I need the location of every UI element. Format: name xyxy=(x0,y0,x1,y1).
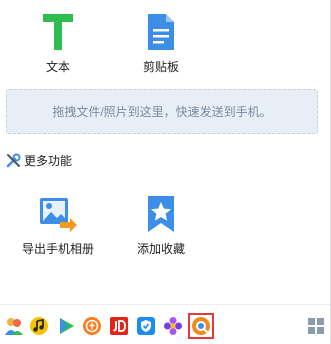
people-icon[interactable] xyxy=(4,316,24,336)
text-tile[interactable]: 文本 xyxy=(13,6,103,75)
file-drop-zone[interactable]: 拖拽文件/照片到这里，快速发送到手机。 xyxy=(6,89,318,134)
photo-export-icon xyxy=(13,188,103,234)
grid-icon[interactable] xyxy=(306,316,326,336)
add-favorite-tile[interactable]: 添加收藏 xyxy=(116,188,206,257)
drop-zone-hint: 拖拽文件/照片到这里，快速发送到手机。 xyxy=(52,105,272,119)
document-icon xyxy=(116,6,206,52)
play-icon[interactable] xyxy=(56,316,76,336)
clipboard-tile[interactable]: 剪贴板 xyxy=(116,6,206,75)
text-icon xyxy=(13,6,103,52)
export-album-label: 导出手机相册 xyxy=(21,242,94,256)
bookmark-star-icon xyxy=(116,188,206,234)
clipboard-label: 剪贴板 xyxy=(142,60,179,74)
bottom-divider xyxy=(0,304,330,305)
jd-icon[interactable] xyxy=(109,316,129,336)
more-features-header: 更多功能 xyxy=(6,151,72,169)
flower-icon[interactable] xyxy=(163,316,183,336)
browser-icon[interactable] xyxy=(188,313,214,339)
tools-icon xyxy=(6,153,21,168)
shield-icon[interactable] xyxy=(136,316,156,336)
more-features-title: 更多功能 xyxy=(24,153,73,168)
export-album-tile[interactable]: 导出手机相册 xyxy=(13,188,103,257)
text-label: 文本 xyxy=(45,60,70,74)
music-icon[interactable] xyxy=(29,316,49,336)
coupon-icon[interactable] xyxy=(82,316,102,336)
add-favorite-label: 添加收藏 xyxy=(136,242,185,256)
bottom-toolbar xyxy=(0,310,330,344)
